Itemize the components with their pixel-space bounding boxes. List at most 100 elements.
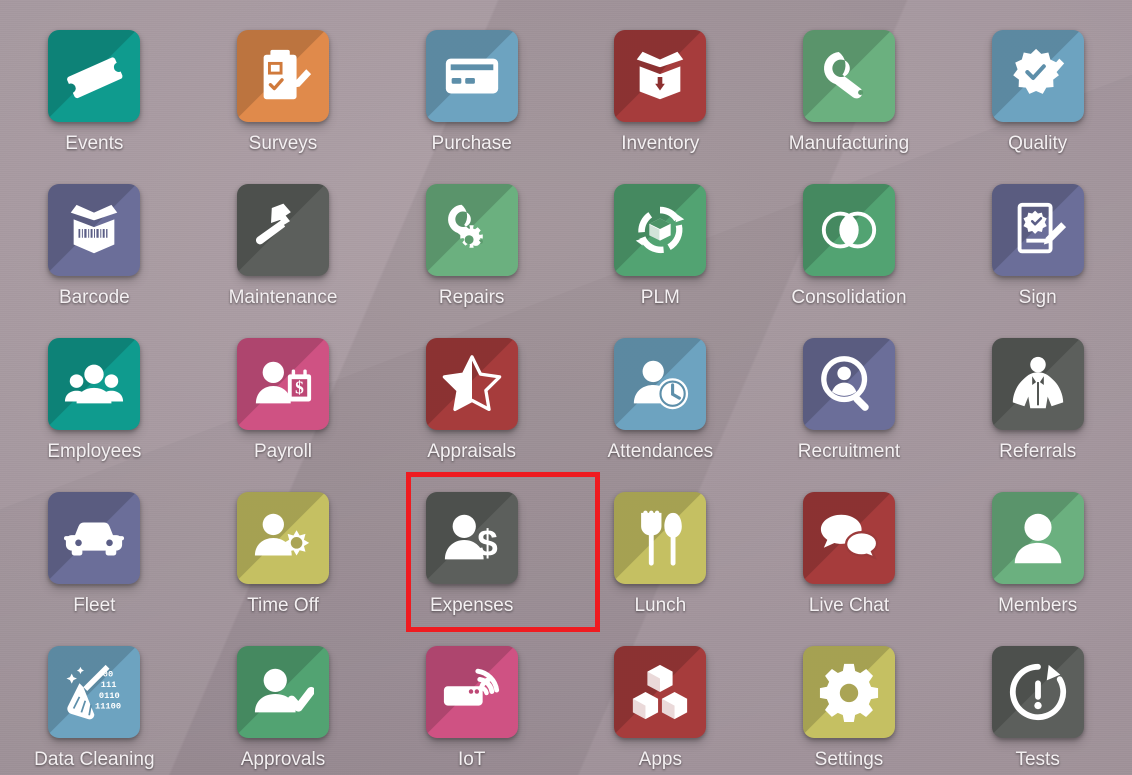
app-label: Data Cleaning bbox=[34, 749, 155, 770]
app-tile-inventory[interactable]: Inventory bbox=[566, 24, 755, 178]
svg-text:$: $ bbox=[477, 522, 497, 563]
app-icon-background[interactable] bbox=[991, 338, 1084, 430]
app-tile-tests[interactable]: Tests bbox=[943, 640, 1132, 775]
partial-top-label-row: yyyyyy bbox=[0, 0, 1132, 11]
app-icon-background[interactable] bbox=[614, 30, 707, 122]
superhero-icon bbox=[1007, 353, 1069, 415]
app-icon-background[interactable] bbox=[802, 646, 895, 738]
app-label: Payroll bbox=[253, 441, 313, 462]
app-icon-background[interactable] bbox=[236, 30, 329, 122]
app-icon-background[interactable]: $ bbox=[425, 492, 518, 584]
app-tile-barcode[interactable]: Barcode bbox=[0, 178, 189, 332]
app-tile-recruitment[interactable]: Recruitment bbox=[755, 332, 944, 486]
app-label: Fleet bbox=[73, 595, 116, 616]
app-icon-background[interactable] bbox=[48, 30, 141, 122]
app-icon-grid: Events Surveys Purchase Inventory Manufactur… bbox=[0, 24, 1132, 775]
app-tile-appraisals[interactable]: Appraisals bbox=[377, 332, 566, 486]
app-tile-apps[interactable]: Apps bbox=[566, 640, 755, 775]
app-icon-background[interactable] bbox=[614, 184, 707, 276]
app-icon-background[interactable] bbox=[991, 184, 1084, 276]
open-box-icon bbox=[629, 45, 691, 107]
app-icon-background[interactable] bbox=[991, 646, 1084, 738]
app-icon-background[interactable] bbox=[425, 30, 518, 122]
app-icon-background[interactable]: $ bbox=[236, 338, 329, 430]
app-label: Settings bbox=[814, 749, 884, 770]
clipboard-pencil-icon bbox=[252, 45, 314, 107]
car-icon bbox=[63, 507, 125, 569]
app-icon-background[interactable]: 00 111 0110 11100 bbox=[48, 646, 141, 738]
app-icon-background[interactable] bbox=[48, 492, 141, 584]
app-tile-events[interactable]: Events bbox=[0, 24, 189, 178]
app-tile-fleet[interactable]: Fleet bbox=[0, 486, 189, 640]
app-tile-expenses[interactable]: $ Expenses bbox=[377, 486, 566, 640]
app-icon-background[interactable] bbox=[48, 338, 141, 430]
app-tile-attendances[interactable]: Attendances bbox=[566, 332, 755, 486]
hammer-icon bbox=[252, 199, 314, 261]
svg-text:111: 111 bbox=[101, 680, 117, 690]
app-tile-data-cleaning[interactable]: 00 111 0110 11100 Data Cleaning bbox=[0, 640, 189, 775]
svg-text:11100: 11100 bbox=[95, 701, 121, 711]
app-tile-consolidation[interactable]: Consolidation bbox=[755, 178, 944, 332]
app-label: Manufacturing bbox=[788, 133, 910, 154]
app-tile-settings[interactable]: Settings bbox=[755, 640, 944, 775]
app-icon-background[interactable] bbox=[236, 646, 329, 738]
app-tile-quality[interactable]: Quality bbox=[943, 24, 1132, 178]
app-label: Attendances bbox=[607, 441, 714, 462]
wrench-icon bbox=[818, 45, 880, 107]
app-label: Apps bbox=[638, 749, 682, 770]
app-label: Repairs bbox=[438, 287, 505, 308]
chat-bubbles-icon bbox=[818, 507, 880, 569]
app-tile-sign[interactable]: Sign bbox=[943, 178, 1132, 332]
app-icon-background[interactable] bbox=[802, 30, 895, 122]
iot-signal-icon bbox=[441, 661, 503, 723]
half-star-icon bbox=[441, 353, 503, 415]
app-icon-background[interactable] bbox=[425, 646, 518, 738]
app-tile-referrals[interactable]: Referrals bbox=[943, 332, 1132, 486]
fork-knife-icon bbox=[629, 507, 691, 569]
app-label: Maintenance bbox=[228, 287, 338, 308]
cube-refresh-icon bbox=[629, 199, 691, 261]
app-icon-background[interactable] bbox=[48, 184, 141, 276]
app-label: Approvals bbox=[240, 749, 326, 770]
app-tile-repairs[interactable]: Repairs bbox=[377, 178, 566, 332]
app-icon-background[interactable] bbox=[425, 184, 518, 276]
app-tile-payroll[interactable]: $ Payroll bbox=[189, 332, 378, 486]
app-tile-members[interactable]: Members bbox=[943, 486, 1132, 640]
app-label: Members bbox=[998, 595, 1078, 616]
app-label: Appraisals bbox=[427, 441, 517, 462]
app-tile-purchase[interactable]: Purchase bbox=[377, 24, 566, 178]
app-tile-plm[interactable]: PLM bbox=[566, 178, 755, 332]
app-icon-background[interactable] bbox=[802, 184, 895, 276]
app-tile-employees[interactable]: Employees bbox=[0, 332, 189, 486]
app-tile-surveys[interactable]: Surveys bbox=[189, 24, 378, 178]
document-sign-icon bbox=[1007, 199, 1069, 261]
app-icon-background[interactable] bbox=[614, 338, 707, 430]
app-label: Recruitment bbox=[797, 441, 901, 462]
app-tile-live-chat[interactable]: Live Chat bbox=[755, 486, 944, 640]
app-icon-background[interactable] bbox=[614, 646, 707, 738]
app-label: Lunch bbox=[634, 595, 687, 616]
app-label: Events bbox=[65, 133, 124, 154]
app-icon-background[interactable] bbox=[802, 492, 895, 584]
people-group-icon bbox=[63, 353, 125, 415]
app-label: Purchase bbox=[431, 133, 512, 154]
app-tile-manufacturing[interactable]: Manufacturing bbox=[755, 24, 944, 178]
app-icon-background[interactable] bbox=[614, 492, 707, 584]
app-tile-time-off[interactable]: Time Off bbox=[189, 486, 378, 640]
app-icon-background[interactable] bbox=[991, 30, 1084, 122]
credit-card-icon bbox=[441, 45, 503, 107]
app-icon-background[interactable] bbox=[991, 492, 1084, 584]
app-icon-background[interactable] bbox=[236, 492, 329, 584]
app-tile-lunch[interactable]: Lunch bbox=[566, 486, 755, 640]
app-tile-iot[interactable]: IoT bbox=[377, 640, 566, 775]
app-icon-background[interactable] bbox=[425, 338, 518, 430]
app-label: Sign bbox=[1018, 287, 1057, 308]
app-tile-maintenance[interactable]: Maintenance bbox=[189, 178, 378, 332]
app-label: Referrals bbox=[999, 441, 1077, 462]
app-icon-background[interactable] bbox=[236, 184, 329, 276]
badge-pencil-icon bbox=[1007, 45, 1069, 107]
barcode-box-icon bbox=[63, 199, 125, 261]
app-label: PLM bbox=[640, 287, 680, 308]
app-tile-approvals[interactable]: Approvals bbox=[189, 640, 378, 775]
app-icon-background[interactable] bbox=[802, 338, 895, 430]
